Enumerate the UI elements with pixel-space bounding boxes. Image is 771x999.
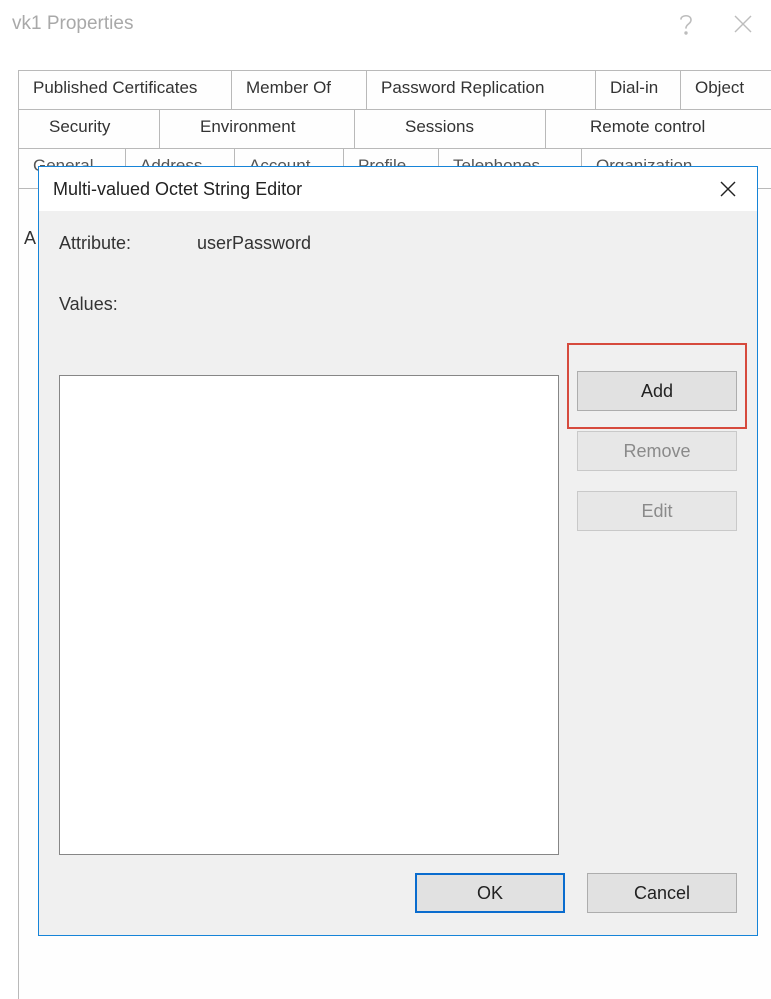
- editor-body: Attribute: userPassword Values: Add Remo…: [39, 211, 757, 935]
- editor-titlebar: Multi-valued Octet String Editor: [39, 167, 757, 211]
- tab-password-replication[interactable]: Password Replication: [366, 70, 596, 110]
- edit-button: Edit: [577, 491, 737, 531]
- ok-button[interactable]: OK: [415, 873, 565, 913]
- help-icon[interactable]: [659, 4, 715, 44]
- attribute-row: Attribute: userPassword: [59, 233, 737, 254]
- cancel-button[interactable]: Cancel: [587, 873, 737, 913]
- partial-label: A: [24, 228, 36, 249]
- tab-sessions[interactable]: Sessions: [354, 109, 546, 149]
- attribute-value: userPassword: [197, 233, 311, 254]
- attribute-label: Attribute:: [59, 233, 197, 254]
- octet-editor-dialog: Multi-valued Octet String Editor Attribu…: [38, 166, 758, 936]
- tab-member-of[interactable]: Member Of: [231, 70, 367, 110]
- titlebar-controls: [659, 0, 771, 48]
- tab-security[interactable]: Security: [18, 109, 160, 149]
- tab-row-1: Published Certificates Member Of Passwor…: [18, 70, 771, 110]
- editor-close-icon[interactable]: [699, 167, 757, 211]
- editor-footer-buttons: OK Cancel: [415, 873, 737, 913]
- remove-button: Remove: [577, 431, 737, 471]
- tab-object[interactable]: Object: [680, 70, 771, 110]
- tab-published-certificates[interactable]: Published Certificates: [18, 70, 232, 110]
- editor-title: Multi-valued Octet String Editor: [53, 179, 302, 200]
- values-listbox[interactable]: [59, 375, 559, 855]
- values-label: Values:: [59, 294, 737, 315]
- tab-remote-control[interactable]: Remote control: [545, 109, 771, 149]
- properties-titlebar: vk1 Properties: [0, 0, 771, 48]
- tab-dial-in[interactable]: Dial-in: [595, 70, 681, 110]
- tab-environment[interactable]: Environment: [159, 109, 355, 149]
- close-icon[interactable]: [715, 4, 771, 44]
- properties-title: vk1 Properties: [12, 13, 133, 35]
- tab-row-2: Security Environment Sessions Remote con…: [18, 109, 771, 149]
- editor-side-buttons: Add Remove Edit: [577, 371, 737, 531]
- add-button[interactable]: Add: [577, 371, 737, 411]
